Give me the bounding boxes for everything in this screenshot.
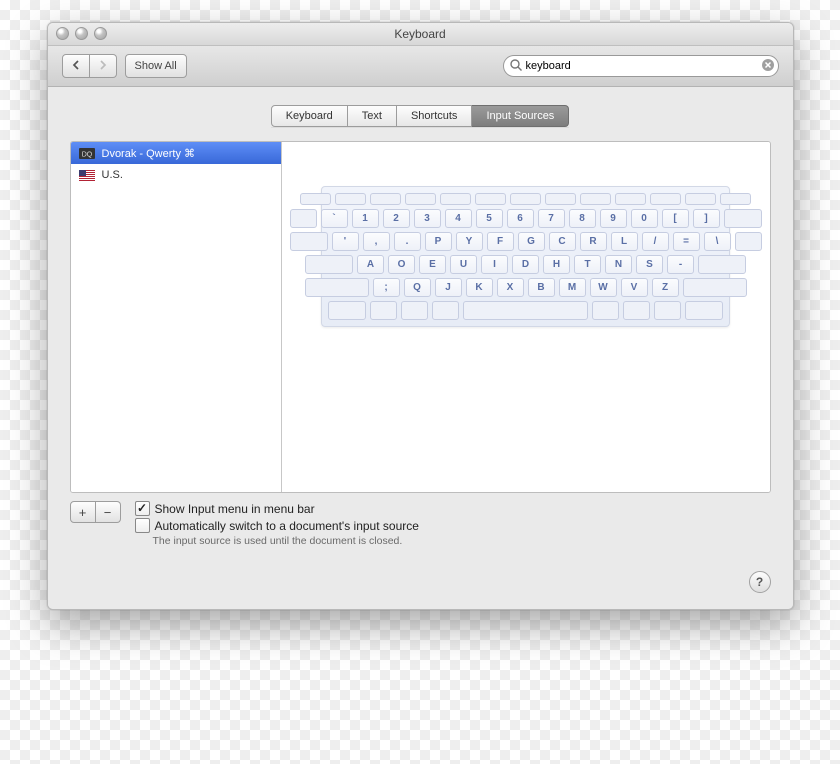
key: -: [667, 255, 694, 274]
key: 7: [538, 209, 565, 228]
key: Z: [652, 278, 679, 297]
remove-source-button[interactable]: −: [96, 501, 121, 523]
key: 3: [414, 209, 441, 228]
key: N: [605, 255, 632, 274]
show-input-menu-label: Show Input menu in menu bar: [155, 502, 315, 516]
help-row: ?: [70, 571, 771, 593]
key: 8: [569, 209, 596, 228]
below-row: + − Show Input menu in menu bar Automati…: [70, 501, 771, 547]
clear-search-button[interactable]: [761, 58, 775, 75]
key: /: [642, 232, 669, 251]
key: [: [662, 209, 689, 228]
key: 2: [383, 209, 410, 228]
key: D: [512, 255, 539, 274]
key: W: [590, 278, 617, 297]
key: Q: [404, 278, 431, 297]
auto-switch-checkbox[interactable]: [135, 518, 150, 533]
key: U: [450, 255, 477, 274]
content-split: DQDvorak - Qwerty ⌘U.S. `1234567890[]',.…: [70, 141, 771, 493]
svg-text:DQ: DQ: [81, 151, 92, 158]
key: 6: [507, 209, 534, 228]
back-button[interactable]: [62, 54, 90, 78]
zoom-window-button[interactable]: [94, 27, 107, 40]
close-window-button[interactable]: [56, 27, 69, 40]
key: =: [673, 232, 700, 251]
key: J: [435, 278, 462, 297]
key: F: [487, 232, 514, 251]
option-show-input-menu: Show Input menu in menu bar: [135, 501, 771, 516]
key: K: [466, 278, 493, 297]
tab-text[interactable]: Text: [348, 105, 397, 127]
key: `: [321, 209, 348, 228]
key: .: [394, 232, 421, 251]
source-row[interactable]: DQ Dvorak - Qwerty ⌘: [71, 142, 281, 164]
toolbar: Show All: [48, 46, 793, 87]
key: ]: [693, 209, 720, 228]
search-input[interactable]: [503, 55, 779, 77]
key: B: [528, 278, 555, 297]
key: \: [704, 232, 731, 251]
chevron-right-icon: [99, 60, 107, 73]
key: 4: [445, 209, 472, 228]
window-title: Keyboard: [394, 27, 445, 41]
show-all-button[interactable]: Show All: [125, 54, 187, 78]
dvorak-icon: DQ: [79, 148, 95, 159]
option-auto-switch: Automatically switch to a document's inp…: [135, 518, 771, 533]
key: L: [611, 232, 638, 251]
source-label: Dvorak - Qwerty ⌘: [102, 147, 196, 160]
key: T: [574, 255, 601, 274]
input-source-list[interactable]: DQ Dvorak - Qwerty ⌘ U.S.: [71, 142, 282, 492]
key: C: [549, 232, 576, 251]
key: A: [357, 255, 384, 274]
source-label: U.S.: [102, 169, 123, 181]
key: H: [543, 255, 570, 274]
minimize-window-button[interactable]: [75, 27, 88, 40]
search-wrap: [503, 55, 779, 77]
source-row[interactable]: U.S.: [71, 164, 281, 186]
us-flag-icon: [79, 170, 95, 181]
key: E: [419, 255, 446, 274]
show-input-menu-checkbox[interactable]: [135, 501, 150, 516]
preview-pane: `1234567890[] ',.PYFGCRL/=\ AOEUIDHTNS-;QJ…: [282, 142, 770, 492]
key: R: [580, 232, 607, 251]
titlebar: Keyboard: [48, 23, 793, 46]
tab-input-sources[interactable]: Input Sources: [472, 105, 569, 127]
forward-button[interactable]: [90, 54, 117, 78]
window-controls: [56, 27, 107, 40]
key: ;: [373, 278, 400, 297]
auto-switch-hint: The input source is used until the docum…: [153, 535, 771, 547]
key: S: [636, 255, 663, 274]
key: O: [388, 255, 415, 274]
tab-keyboard[interactable]: Keyboard: [271, 105, 348, 127]
tab-shortcuts[interactable]: Shortcuts: [397, 105, 472, 127]
key: I: [481, 255, 508, 274]
help-button[interactable]: ?: [749, 571, 771, 593]
add-remove-buttons: + −: [70, 501, 121, 523]
options: Show Input menu in menu bar Automaticall…: [135, 501, 771, 547]
nav-buttons: [62, 54, 117, 78]
tabs: KeyboardTextShortcutsInput Sources: [70, 105, 771, 127]
key: P: [425, 232, 452, 251]
auto-switch-label: Automatically switch to a document's inp…: [155, 519, 419, 533]
key: M: [559, 278, 586, 297]
key: Y: [456, 232, 483, 251]
key: 5: [476, 209, 503, 228]
key: G: [518, 232, 545, 251]
key: V: [621, 278, 648, 297]
add-source-button[interactable]: +: [70, 501, 96, 523]
key: 9: [600, 209, 627, 228]
key: 0: [631, 209, 658, 228]
key: X: [497, 278, 524, 297]
preferences-window: Keyboard Show All: [47, 22, 794, 610]
chevron-left-icon: [72, 60, 80, 73]
key: 1: [352, 209, 379, 228]
keyboard-layout-preview: `1234567890[] ',.PYFGCRL/=\ AOEUIDHTNS-;QJ…: [321, 186, 730, 327]
key: ,: [363, 232, 390, 251]
key: ': [332, 232, 359, 251]
pane-body: KeyboardTextShortcutsInput Sources DQDvo…: [48, 87, 793, 609]
